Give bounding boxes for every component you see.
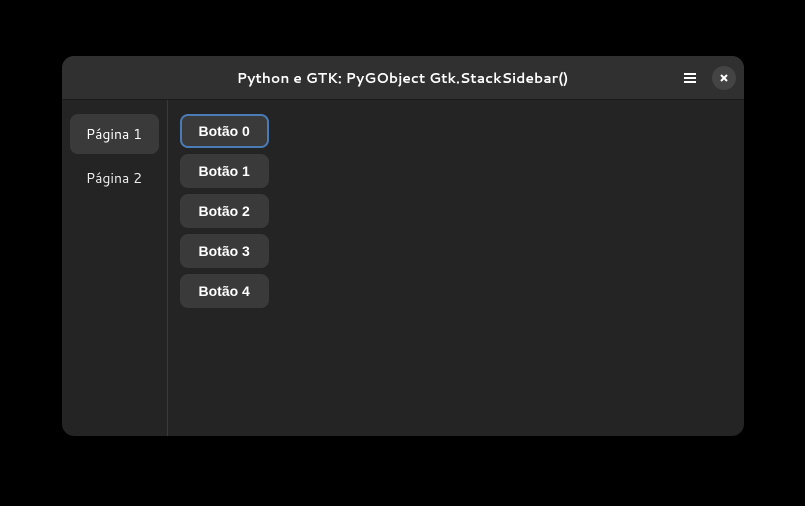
content-button-1[interactable]: Botão 1 — [180, 154, 269, 188]
titlebar: Python e GTK: PyGObject Gtk.StackSidebar… — [62, 56, 744, 100]
close-button[interactable] — [712, 66, 736, 90]
sidebar-item-label: Página 2 — [86, 168, 142, 188]
hamburger-icon — [682, 70, 698, 86]
hamburger-menu-button[interactable] — [678, 66, 702, 90]
titlebar-controls — [678, 66, 736, 90]
content-button-2[interactable]: Botão 2 — [180, 194, 269, 228]
stack-sidebar: Página 1 Página 2 — [62, 100, 168, 436]
content-button-3[interactable]: Botão 3 — [180, 234, 269, 268]
sidebar-item-label: Página 1 — [86, 124, 142, 144]
window-title: Python e GTK: PyGObject Gtk.StackSidebar… — [237, 68, 569, 88]
stack-content: Botão 0 Botão 1 Botão 2 Botão 3 Botão 4 — [168, 100, 744, 436]
window-body: Página 1 Página 2 Botão 0 Botão 1 Botão … — [62, 100, 744, 436]
close-icon — [719, 73, 729, 83]
application-window: Python e GTK: PyGObject Gtk.StackSidebar… — [62, 56, 744, 436]
sidebar-item-page-2[interactable]: Página 2 — [70, 158, 159, 198]
content-button-4[interactable]: Botão 4 — [180, 274, 269, 308]
content-button-0[interactable]: Botão 0 — [180, 114, 269, 148]
sidebar-item-page-1[interactable]: Página 1 — [70, 114, 159, 154]
